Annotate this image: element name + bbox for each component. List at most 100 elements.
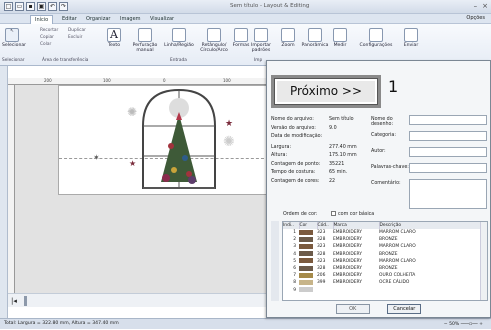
redo-icon[interactable]: ↷ xyxy=(59,2,68,11)
table-row[interactable]: 5 323 EMBROIDERY MARROM CLARO xyxy=(283,258,481,265)
close-icon[interactable]: × xyxy=(482,2,488,10)
ribbon-tabs: Início Editar Organizar Imagem Visualiza… xyxy=(0,14,491,24)
title-bar: □ ▭ ▪ ▣ ↶ ↷ Sem título - Layout & Editin… xyxy=(0,0,491,14)
ruler-icon xyxy=(333,28,347,42)
basic-color-checkbox[interactable] xyxy=(331,211,336,216)
color-swatch xyxy=(299,251,313,257)
cancel-button[interactable]: Cancelar xyxy=(387,304,422,314)
table-row[interactable]: 2 328 EMBROIDERY BRONZE xyxy=(283,236,481,243)
select-button[interactable]: ↖ Selecionar xyxy=(2,28,26,48)
group-label-import: Imp xyxy=(254,58,263,63)
star-decoration-icon: ✶ xyxy=(93,153,100,162)
svg-text:✺: ✺ xyxy=(127,105,137,119)
table-row[interactable]: 8 399 EMBROIDERY OCRE CÁLIDO xyxy=(283,279,481,286)
color-swatch xyxy=(299,258,313,264)
zoom-button[interactable]: Zoom xyxy=(278,28,298,48)
next-button[interactable]: Próximo >> xyxy=(274,78,378,105)
import-icon xyxy=(254,28,268,42)
color-order-table: Indi.. Cor Cód.. Marca Descrição 1 323 EMB… xyxy=(282,221,488,301)
svg-text:★: ★ xyxy=(129,159,136,168)
design-canvas[interactable]: ✺ ✺ ★ ★ ✶ xyxy=(15,85,270,293)
table-row[interactable]: 1 323 EMBROIDERY MARROM CLARO xyxy=(283,229,481,236)
color-swatch xyxy=(299,272,313,278)
table-row[interactable]: 4 328 EMBROIDERY BRONZE xyxy=(283,251,481,258)
shape-rect-button[interactable]: Retângulo/ Círculo/Arco xyxy=(196,28,232,53)
send-button[interactable]: Enviar xyxy=(400,28,422,48)
send-icon xyxy=(404,28,418,42)
keywords-field[interactable] xyxy=(409,163,487,173)
horizontal-ruler: 200 100 0 100 xyxy=(8,78,270,85)
svg-text:★: ★ xyxy=(225,119,233,129)
line-region-icon xyxy=(172,28,186,42)
quick-access-toolbar: □ ▭ ▪ ▣ ↶ ↷ xyxy=(4,2,68,11)
next-button-highlight: Próximo >> xyxy=(271,75,381,108)
table-row[interactable]: 9 xyxy=(283,287,481,294)
table-row[interactable]: 7 206 EMBROIDERY OURO COLHEITA xyxy=(283,272,481,279)
options-menu[interactable]: Opções xyxy=(466,15,485,21)
rectangle-icon xyxy=(207,28,221,42)
text-button[interactable]: A Texto xyxy=(104,28,124,48)
window-controls: – × xyxy=(474,2,488,10)
magnifier-icon xyxy=(281,28,295,42)
christmas-design-image[interactable]: ✺ ✺ ★ ★ xyxy=(119,86,249,196)
color-swatch xyxy=(299,236,313,242)
measure-button[interactable]: Medir xyxy=(330,28,350,48)
color-swatch xyxy=(299,279,313,285)
undo-icon[interactable]: ↶ xyxy=(48,2,57,11)
save-icon[interactable]: ▪ xyxy=(26,2,35,11)
group-label-input: Entrada xyxy=(170,58,187,63)
duplicate-button[interactable]: Duplicar xyxy=(68,28,86,33)
color-swatch xyxy=(299,229,313,235)
status-bar: Total: Largura = 322.80 mm, Altura = 347… xyxy=(0,318,491,329)
print-icon[interactable]: ▣ xyxy=(37,2,46,11)
comment-field[interactable] xyxy=(409,179,487,209)
line-region-button[interactable]: Linha/Região xyxy=(162,28,196,48)
dialog-buttons: OK Cancelar xyxy=(267,304,490,314)
minimize-icon[interactable]: – xyxy=(474,2,478,10)
hand-icon xyxy=(308,28,322,42)
table-scrollbar[interactable] xyxy=(480,222,487,300)
ok-button[interactable]: OK xyxy=(335,304,370,314)
step-number: 1 xyxy=(388,77,399,96)
punch-icon xyxy=(138,28,152,42)
category-field[interactable] xyxy=(409,131,487,141)
color-swatch xyxy=(299,265,313,271)
embroidery-hoop: ✺ ✺ ★ ★ ✶ xyxy=(58,85,270,195)
color-swatch xyxy=(299,243,313,249)
table-row[interactable]: 3 323 EMBROIDERY MARROM CLARO xyxy=(283,243,481,250)
design-name-field[interactable] xyxy=(409,115,487,125)
copy-button[interactable]: Copiar xyxy=(40,35,54,40)
color-thumbnail-strip xyxy=(271,221,279,301)
table-row[interactable]: 6 328 EMBROIDERY BRONZE xyxy=(283,265,481,272)
shapes-icon xyxy=(234,28,248,42)
vertical-ruler xyxy=(8,85,15,293)
group-label-select: Selecionar xyxy=(2,58,25,63)
cut-button[interactable]: Recortar xyxy=(40,28,58,33)
tab-visualizar[interactable]: Visualizar xyxy=(146,15,178,24)
color-order-header: Ordem de cor: com cor básica xyxy=(283,211,375,217)
manual-punch-button[interactable]: Perfuração manual xyxy=(128,28,162,53)
import-patterns-button[interactable]: Importar padrões xyxy=(250,28,272,53)
settings-icon xyxy=(369,28,383,42)
author-field[interactable] xyxy=(409,147,487,157)
tab-organizar[interactable]: Organizar xyxy=(82,15,114,24)
tab-editar[interactable]: Editar xyxy=(58,15,81,24)
design-properties-dialog: Próximo >> 1 Nome do arquivo: Sem título … xyxy=(266,60,491,318)
scroll-start-icon[interactable]: |◂ xyxy=(11,297,17,305)
group-label-clipboard: Área de transferência xyxy=(42,58,89,63)
paste-button[interactable]: Colar xyxy=(40,42,51,47)
shapes-button[interactable]: Formas xyxy=(230,28,252,48)
tab-imagem[interactable]: Imagem xyxy=(116,15,145,24)
color-swatch xyxy=(299,287,313,293)
tab-inicio[interactable]: Início xyxy=(30,15,54,24)
pan-button[interactable]: Panorâmica xyxy=(300,28,330,48)
svg-text:✺: ✺ xyxy=(223,134,235,150)
settings-button[interactable]: Configurações xyxy=(356,28,396,48)
status-size-text: Total: Largura = 322.80 mm, Altura = 347… xyxy=(4,321,119,326)
delete-button[interactable]: Excluir xyxy=(68,35,82,40)
text-icon: A xyxy=(107,28,121,42)
scroll-thumb[interactable] xyxy=(24,296,27,306)
horizontal-scrollbar[interactable]: |◂ xyxy=(8,293,270,307)
open-icon[interactable]: ▭ xyxy=(15,2,24,11)
new-icon[interactable]: □ xyxy=(4,2,13,11)
